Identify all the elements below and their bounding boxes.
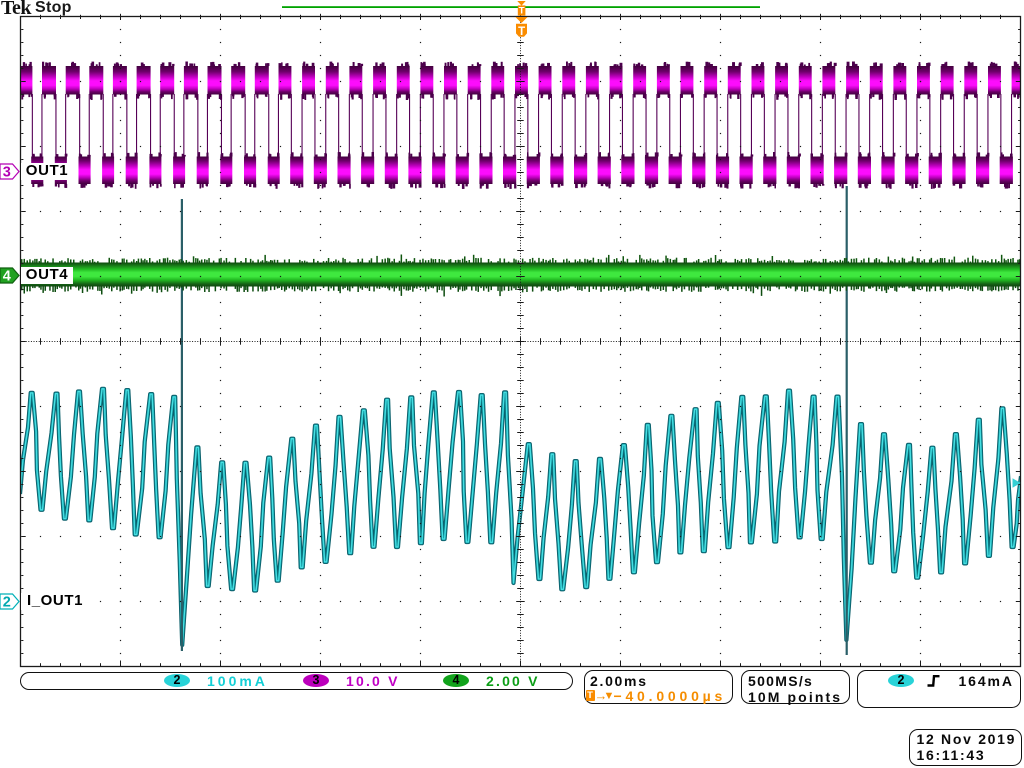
svg-text:3: 3: [3, 164, 11, 180]
svg-text:4: 4: [3, 268, 11, 284]
svg-text:T: T: [518, 26, 525, 38]
svg-text:T: T: [519, 6, 525, 17]
svg-text:2: 2: [3, 594, 11, 610]
